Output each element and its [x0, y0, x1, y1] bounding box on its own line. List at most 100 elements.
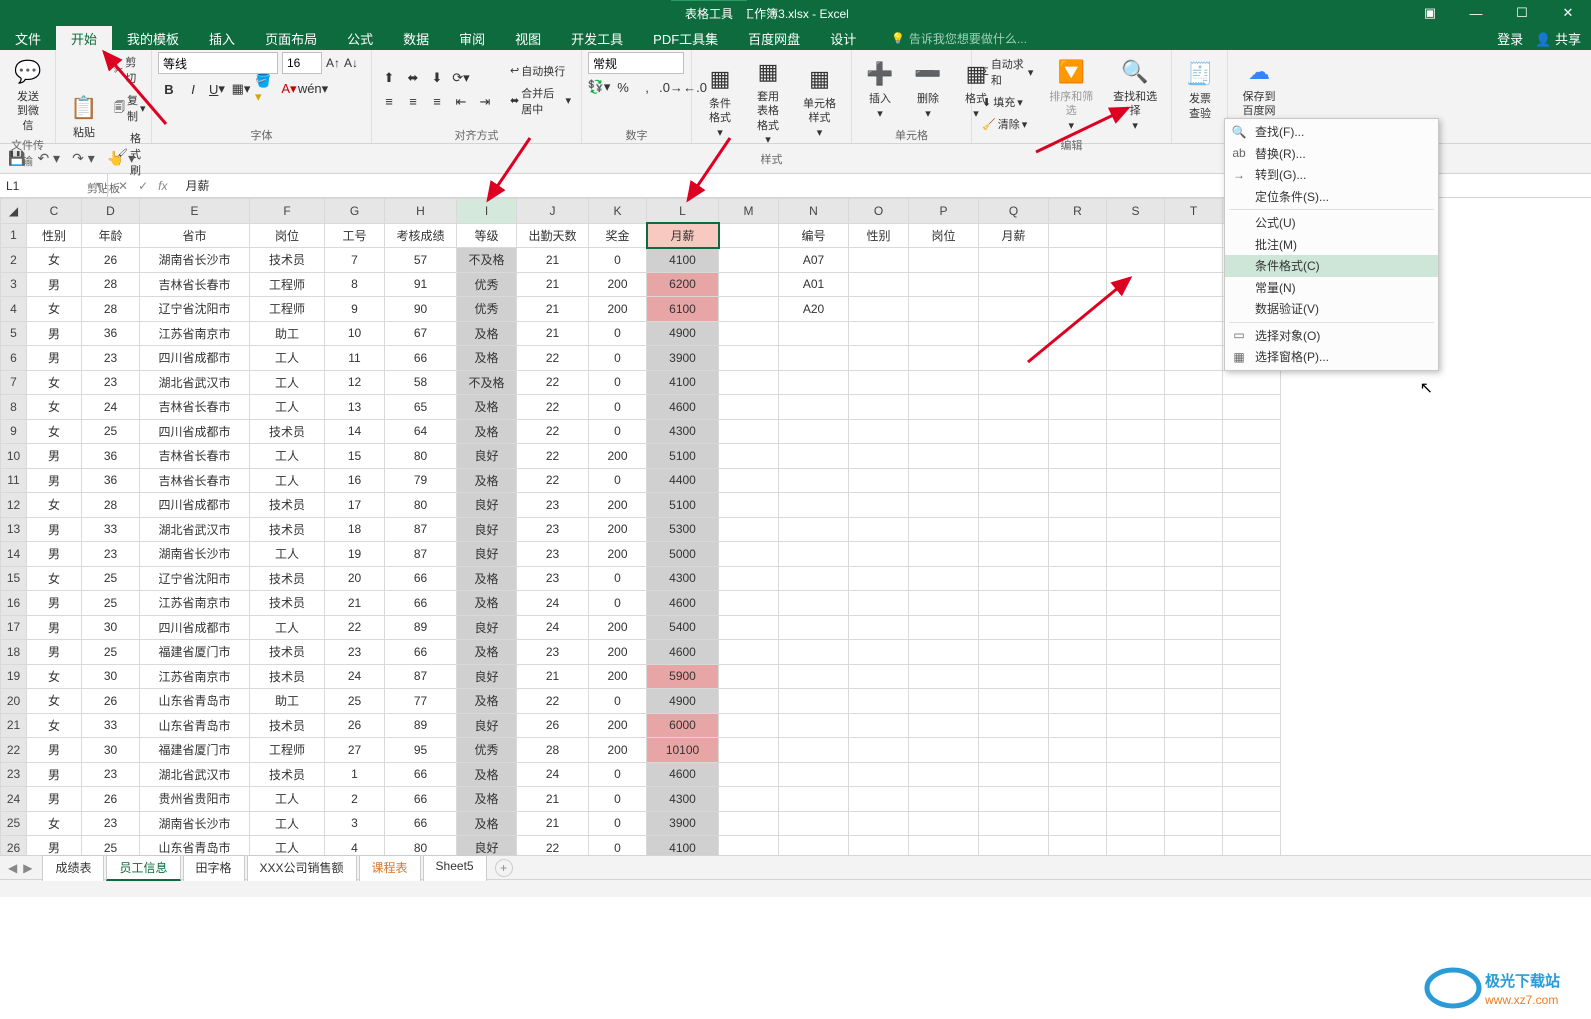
row-header[interactable]: 9 — [1, 419, 27, 444]
cell[interactable] — [909, 787, 979, 812]
cell[interactable]: 23 — [517, 517, 589, 542]
cell[interactable]: 0 — [589, 566, 647, 591]
cell[interactable]: 技术员 — [250, 591, 325, 616]
cell[interactable] — [909, 468, 979, 493]
cell[interactable] — [1165, 738, 1223, 763]
cell[interactable]: 女 — [27, 248, 82, 273]
cell[interactable]: 25 — [82, 836, 140, 856]
cell[interactable] — [909, 689, 979, 714]
cell[interactable] — [849, 738, 909, 763]
cell[interactable]: 技术员 — [250, 248, 325, 273]
cell[interactable]: 87 — [385, 542, 457, 567]
cell[interactable]: 良好 — [457, 517, 517, 542]
cell[interactable] — [1165, 468, 1223, 493]
cell[interactable]: 19 — [325, 542, 385, 567]
cell[interactable]: 等级 — [457, 223, 517, 248]
cell[interactable]: 山东省青岛市 — [140, 689, 250, 714]
cell[interactable] — [1165, 444, 1223, 469]
cell[interactable]: 四川省成都市 — [140, 419, 250, 444]
cell[interactable] — [979, 517, 1049, 542]
cell[interactable] — [719, 542, 779, 567]
insert-cells-button[interactable]: ➕插入▾ — [858, 54, 902, 125]
cell[interactable]: 21 — [517, 787, 589, 812]
row-header[interactable]: 14 — [1, 542, 27, 567]
cell[interactable]: 21 — [517, 297, 589, 322]
row-header[interactable]: 24 — [1, 787, 27, 812]
cell[interactable] — [779, 395, 849, 420]
cell[interactable] — [1223, 762, 1281, 787]
cell[interactable]: 男 — [27, 591, 82, 616]
cell[interactable] — [979, 811, 1049, 836]
cell[interactable] — [849, 689, 909, 714]
table-format-button[interactable]: ▦套用 表格格式▾ — [746, 52, 790, 151]
cell[interactable]: 95 — [385, 738, 457, 763]
cell[interactable]: 23 — [82, 542, 140, 567]
cell[interactable]: 25 — [82, 566, 140, 591]
cell[interactable] — [1049, 517, 1107, 542]
cell[interactable]: 工人 — [250, 444, 325, 469]
cell[interactable] — [779, 787, 849, 812]
cell[interactable]: 64 — [385, 419, 457, 444]
cell[interactable]: 26 — [82, 248, 140, 273]
cell[interactable]: 男 — [27, 762, 82, 787]
cell[interactable]: 辽宁省沈阳市 — [140, 566, 250, 591]
col-header[interactable]: R — [1049, 199, 1107, 224]
cell[interactable]: 良好 — [457, 836, 517, 856]
cell[interactable] — [849, 615, 909, 640]
row-header[interactable]: 6 — [1, 346, 27, 371]
cell[interactable]: 26 — [517, 713, 589, 738]
cell[interactable]: 5300 — [647, 517, 719, 542]
cell[interactable]: 22 — [517, 346, 589, 371]
cell[interactable] — [779, 689, 849, 714]
cell[interactable]: 及格 — [457, 321, 517, 346]
cell[interactable] — [1165, 664, 1223, 689]
cell[interactable]: 良好 — [457, 444, 517, 469]
cell[interactable] — [1049, 419, 1107, 444]
cell[interactable]: 10100 — [647, 738, 719, 763]
cell[interactable]: 技术员 — [250, 640, 325, 665]
cell[interactable]: 200 — [589, 272, 647, 297]
col-header[interactable]: C — [27, 199, 82, 224]
cell[interactable] — [909, 836, 979, 856]
cell[interactable]: 200 — [589, 542, 647, 567]
cell[interactable]: 良好 — [457, 493, 517, 518]
cell[interactable]: 23 — [82, 811, 140, 836]
cell[interactable] — [1107, 615, 1165, 640]
cell[interactable]: 65 — [385, 395, 457, 420]
italic-icon[interactable]: I — [182, 78, 204, 100]
cell[interactable]: 优秀 — [457, 297, 517, 322]
cell[interactable]: 及格 — [457, 762, 517, 787]
cell[interactable] — [1223, 468, 1281, 493]
cell[interactable]: 28 — [82, 297, 140, 322]
row-header[interactable]: 17 — [1, 615, 27, 640]
cell[interactable] — [979, 468, 1049, 493]
cell[interactable]: 23 — [517, 566, 589, 591]
cell[interactable]: 4300 — [647, 787, 719, 812]
cell[interactable]: 36 — [82, 444, 140, 469]
row-header[interactable]: 7 — [1, 370, 27, 395]
ribbon-pin-icon[interactable]: ▣ — [1407, 0, 1453, 26]
cell[interactable]: 四川省成都市 — [140, 615, 250, 640]
cell[interactable]: 22 — [325, 615, 385, 640]
cell[interactable]: 山东省青岛市 — [140, 836, 250, 856]
cell[interactable]: 22 — [517, 689, 589, 714]
cell[interactable] — [1107, 836, 1165, 856]
increase-font-icon[interactable]: A↑ — [326, 56, 340, 70]
cell[interactable] — [1165, 615, 1223, 640]
cell[interactable]: 助工 — [250, 321, 325, 346]
cell[interactable] — [1165, 419, 1223, 444]
cell[interactable]: 4 — [325, 836, 385, 856]
cell[interactable]: 不及格 — [457, 370, 517, 395]
cell[interactable] — [1049, 395, 1107, 420]
cell[interactable] — [1049, 370, 1107, 395]
cell[interactable] — [849, 542, 909, 567]
comma-icon[interactable]: , — [636, 76, 658, 98]
cell[interactable] — [849, 713, 909, 738]
cell[interactable]: 200 — [589, 444, 647, 469]
cell[interactable]: 女 — [27, 713, 82, 738]
cell[interactable] — [1165, 370, 1223, 395]
cell[interactable]: 4600 — [647, 591, 719, 616]
cell[interactable]: 女 — [27, 395, 82, 420]
row-header[interactable]: 12 — [1, 493, 27, 518]
cell[interactable]: 女 — [27, 297, 82, 322]
